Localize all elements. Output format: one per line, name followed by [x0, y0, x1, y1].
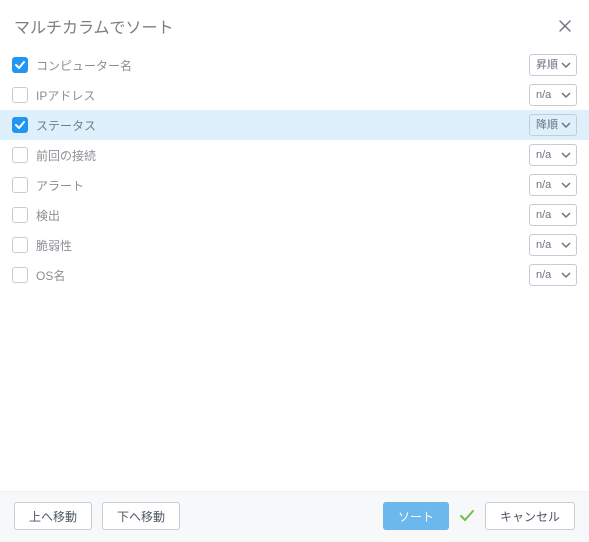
column-label: IPアドレス	[36, 87, 521, 104]
order-select[interactable]: 昇順降順n/a	[529, 264, 577, 286]
dialog-title: マルチカラムでソート	[14, 14, 174, 38]
column-checkbox[interactable]	[12, 237, 28, 253]
cancel-button[interactable]: キャンセル	[485, 502, 575, 530]
column-row[interactable]: IPアドレス昇順降順n/a	[0, 80, 589, 110]
column-checkbox[interactable]	[12, 207, 28, 223]
move-up-button[interactable]: 上へ移動	[14, 502, 92, 530]
sort-button[interactable]: ソート	[383, 502, 449, 530]
column-row[interactable]: 前回の接続昇順降順n/a	[0, 140, 589, 170]
column-row[interactable]: OS名昇順降順n/a	[0, 260, 589, 290]
column-checkbox[interactable]	[12, 147, 28, 163]
column-checkbox[interactable]	[12, 177, 28, 193]
column-label: コンピューター名	[36, 57, 521, 74]
move-down-button[interactable]: 下へ移動	[102, 502, 180, 530]
order-select[interactable]: 昇順降順n/a	[529, 204, 577, 226]
column-row[interactable]: 検出昇順降順n/a	[0, 200, 589, 230]
column-checkbox[interactable]	[12, 87, 28, 103]
column-row[interactable]: アラート昇順降順n/a	[0, 170, 589, 200]
column-row[interactable]: ステータス昇順降順n/a	[0, 110, 589, 140]
column-label: 検出	[36, 207, 521, 224]
close-icon[interactable]	[557, 18, 573, 34]
column-label: ステータス	[36, 117, 521, 134]
column-list: コンピューター名昇順降順n/aIPアドレス昇順降順n/aステータス昇順降順n/a…	[0, 50, 589, 491]
column-label: 脆弱性	[36, 237, 521, 254]
column-label: 前回の接続	[36, 147, 521, 164]
column-row[interactable]: 脆弱性昇順降順n/a	[0, 230, 589, 260]
order-select[interactable]: 昇順降順n/a	[529, 174, 577, 196]
column-row[interactable]: コンピューター名昇順降順n/a	[0, 50, 589, 80]
dialog-header: マルチカラムでソート	[0, 0, 589, 50]
sort-dialog: マルチカラムでソート コンピューター名昇順降順n/aIPアドレス昇順降順n/aス…	[0, 0, 589, 542]
column-checkbox[interactable]	[12, 117, 28, 133]
order-select[interactable]: 昇順降順n/a	[529, 84, 577, 106]
dialog-footer: 上へ移動 下へ移動 ソート キャンセル	[0, 491, 589, 542]
order-select[interactable]: 昇順降順n/a	[529, 114, 577, 136]
checkmark-icon	[459, 508, 475, 524]
order-select[interactable]: 昇順降順n/a	[529, 234, 577, 256]
column-label: OS名	[36, 267, 521, 284]
order-select[interactable]: 昇順降順n/a	[529, 54, 577, 76]
order-select[interactable]: 昇順降順n/a	[529, 144, 577, 166]
column-checkbox[interactable]	[12, 267, 28, 283]
column-label: アラート	[36, 177, 521, 194]
column-checkbox[interactable]	[12, 57, 28, 73]
